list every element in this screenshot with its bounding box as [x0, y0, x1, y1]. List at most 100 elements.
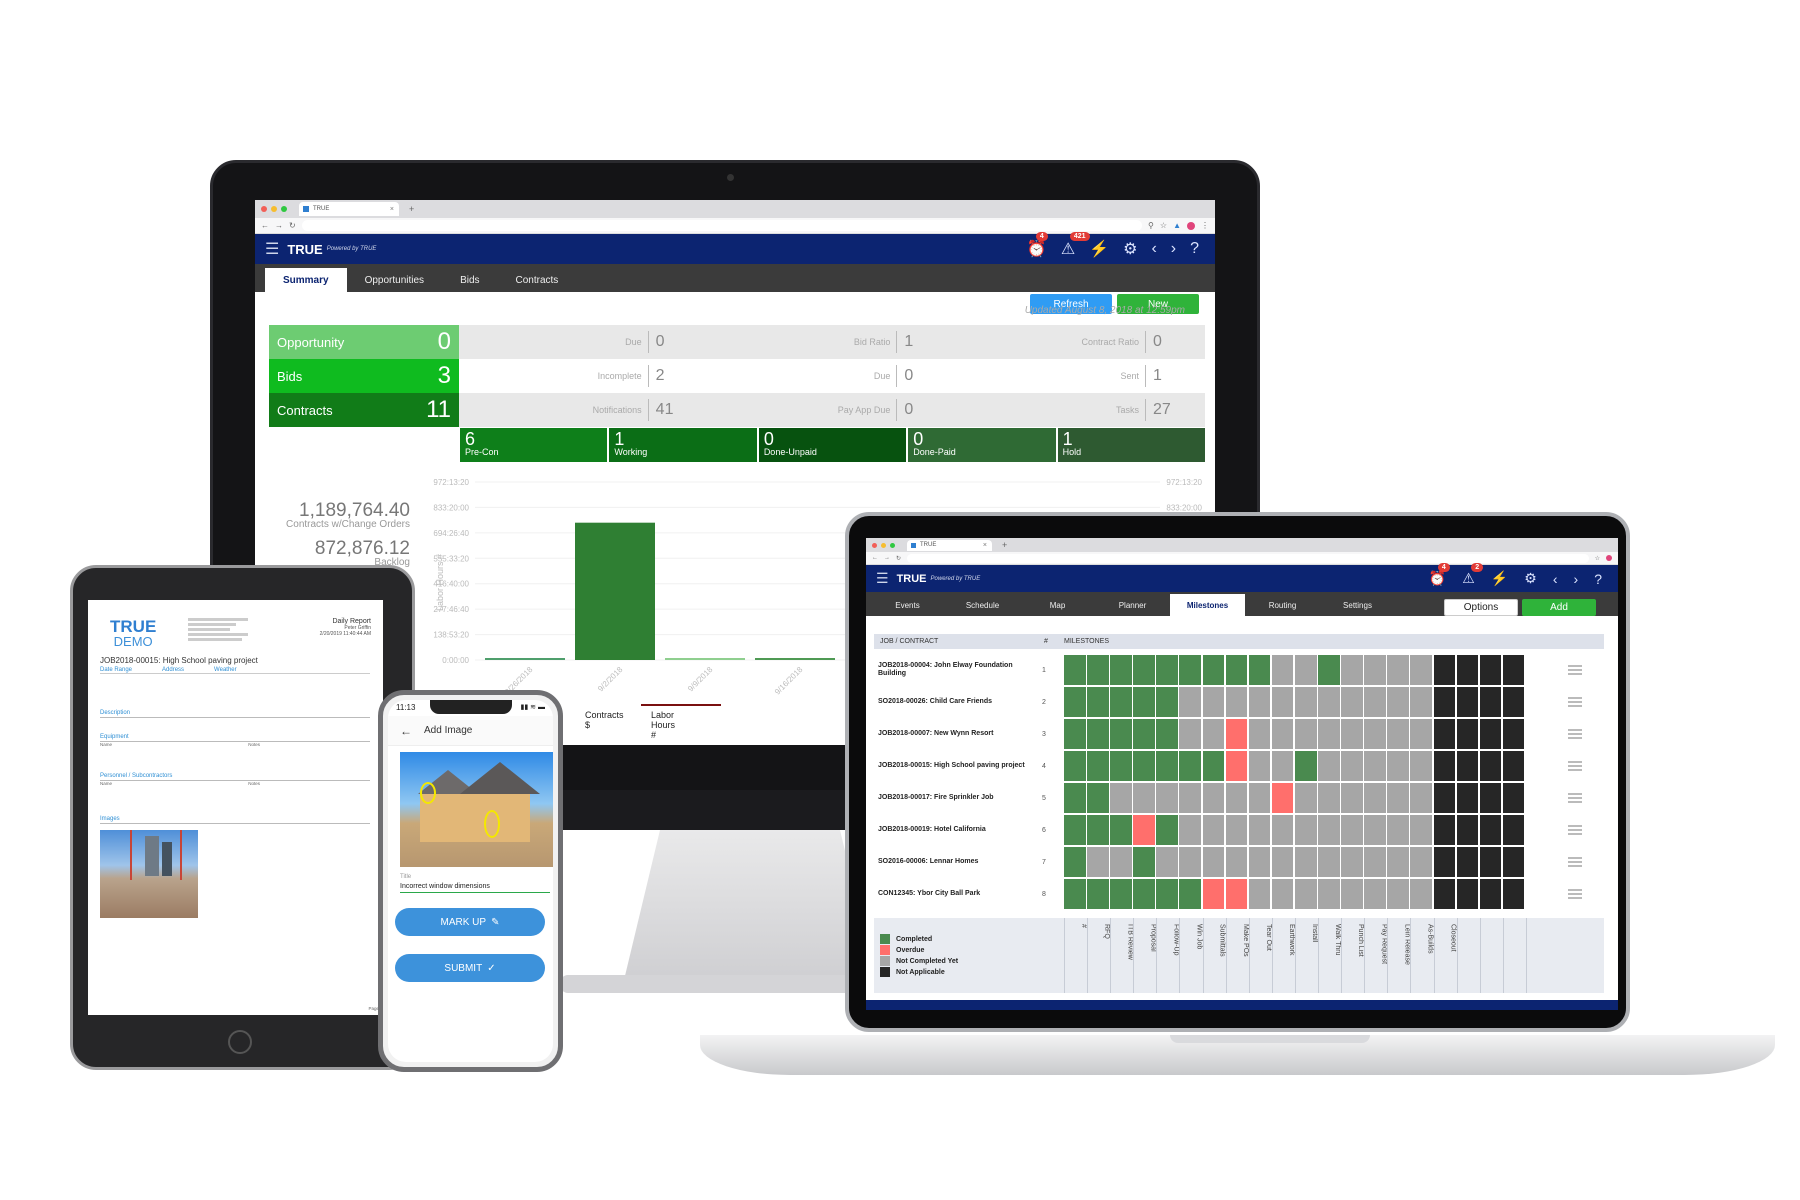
extension-icon[interactable]: ▲ — [1173, 221, 1181, 230]
milestone-cell[interactable] — [1110, 687, 1132, 717]
milestone-cell[interactable] — [1087, 783, 1109, 813]
submit-button[interactable]: SUBMIT ✓ — [395, 954, 545, 982]
back-arrow-icon[interactable]: ← — [400, 724, 412, 738]
milestone-cell[interactable] — [1364, 687, 1386, 717]
row-menu-icon[interactable] — [1568, 697, 1582, 707]
milestone-cell[interactable] — [1110, 847, 1132, 877]
milestone-cell[interactable] — [1064, 719, 1086, 749]
milestone-cell[interactable] — [1064, 655, 1086, 685]
construction-site-image[interactable] — [100, 830, 198, 918]
summary-row[interactable]: Bids 3 Incomplete 2 Due 0 Sent 1 — [269, 359, 1205, 393]
tab-opportunities[interactable]: Opportunities — [347, 268, 442, 292]
milestone-cell[interactable] — [1456, 687, 1479, 717]
milestone-cell[interactable] — [1341, 687, 1363, 717]
milestone-cell[interactable] — [1456, 815, 1479, 845]
zoom-icon[interactable]: ⚲ — [1148, 221, 1154, 230]
milestone-cell[interactable] — [1410, 751, 1432, 781]
milestone-cell[interactable] — [1179, 719, 1202, 749]
milestone-cell[interactable] — [1156, 879, 1178, 909]
milestone-cell[interactable] — [1502, 879, 1525, 909]
chevron-left-icon[interactable]: ‹ — [1151, 240, 1156, 258]
milestone-row[interactable]: JOB2018-00007: New Wynn Resort 3 — [874, 718, 1054, 750]
bookmark-star-icon[interactable]: ☆ — [1595, 555, 1600, 562]
reload-icon[interactable]: ↻ — [896, 555, 901, 562]
lightning-icon[interactable]: ⚡ — [1089, 239, 1109, 259]
milestone-cell[interactable] — [1248, 687, 1271, 717]
milestone-cell[interactable] — [1248, 815, 1271, 845]
milestone-cell[interactable] — [1225, 783, 1248, 813]
milestone-cell[interactable] — [1248, 879, 1271, 909]
milestone-cell[interactable] — [1387, 719, 1409, 749]
milestone-cell[interactable] — [1456, 847, 1479, 877]
milestone-cell[interactable] — [1225, 687, 1248, 717]
milestone-cell[interactable] — [1364, 847, 1386, 877]
summary-field[interactable]: Tasks 27 — [956, 393, 1205, 427]
status-segment[interactable]: 1 Working — [609, 428, 757, 462]
milestone-cell[interactable] — [1202, 879, 1225, 909]
milestone-cell[interactable] — [1156, 687, 1178, 717]
milestone-cell[interactable] — [1087, 847, 1109, 877]
back-icon[interactable]: ← — [872, 555, 878, 561]
milestone-cell[interactable] — [1456, 783, 1479, 813]
milestone-cell[interactable] — [1202, 815, 1225, 845]
milestone-cell[interactable] — [1110, 751, 1132, 781]
browser-tab[interactable]: TRUE × — [907, 539, 992, 551]
milestone-cell[interactable] — [1271, 815, 1294, 845]
summary-field[interactable]: Incomplete 2 — [459, 359, 708, 393]
milestone-cell[interactable] — [1410, 687, 1432, 717]
milestone-cell[interactable] — [1110, 783, 1132, 813]
milestone-row[interactable]: CON12345: Ybor City Ball Park 8 — [874, 878, 1054, 910]
milestone-cell[interactable] — [1502, 847, 1525, 877]
profile-avatar[interactable] — [1187, 221, 1195, 230]
browser-menu-icon[interactable]: ⋮ — [1201, 221, 1209, 230]
milestone-cell[interactable] — [1479, 815, 1502, 845]
milestone-cell[interactable] — [1179, 783, 1202, 813]
milestone-row[interactable]: JOB2018-00017: Fire Sprinkler Job 5 — [874, 782, 1054, 814]
milestone-cell[interactable] — [1364, 751, 1386, 781]
summary-field[interactable]: Due 0 — [708, 359, 957, 393]
milestone-cell[interactable] — [1318, 847, 1340, 877]
row-menu-icon[interactable] — [1568, 825, 1582, 835]
milestone-cell[interactable] — [1318, 751, 1340, 781]
milestone-cell[interactable] — [1110, 655, 1132, 685]
summary-label-block[interactable]: Contracts 11 — [269, 393, 459, 427]
status-segment[interactable]: 1 Hold — [1057, 428, 1206, 462]
milestone-cell[interactable] — [1225, 719, 1248, 749]
milestone-cell[interactable] — [1156, 719, 1178, 749]
milestone-cell[interactable] — [1248, 719, 1271, 749]
milestone-cell[interactable] — [1502, 751, 1525, 781]
milestone-cell[interactable] — [1433, 719, 1456, 749]
house-photo[interactable] — [400, 752, 553, 867]
new-tab-icon[interactable]: + — [409, 204, 414, 214]
milestone-cell[interactable] — [1364, 783, 1386, 813]
milestone-cell[interactable] — [1271, 879, 1294, 909]
profile-avatar[interactable] — [1606, 555, 1612, 561]
milestone-cell[interactable] — [1341, 719, 1363, 749]
tab-summary[interactable]: Summary — [265, 268, 347, 292]
milestone-cell[interactable] — [1225, 655, 1248, 685]
gear-icon[interactable]: ⚙ — [1123, 239, 1137, 259]
milestone-cell[interactable] — [1318, 655, 1340, 685]
milestone-cell[interactable] — [1294, 751, 1317, 781]
summary-field[interactable]: Bid Ratio 1 — [708, 325, 957, 359]
milestone-cell[interactable] — [1064, 847, 1086, 877]
milestone-cell[interactable] — [1479, 879, 1502, 909]
milestone-cell[interactable] — [1179, 751, 1202, 781]
reload-icon[interactable]: ↻ — [289, 221, 296, 230]
gear-icon[interactable]: ⚙ — [1524, 570, 1537, 587]
warning-icon[interactable]: ⚠ 421 — [1061, 232, 1090, 259]
bar[interactable] — [485, 658, 565, 660]
tab-events[interactable]: Events — [870, 594, 945, 616]
milestone-cell[interactable] — [1479, 783, 1502, 813]
milestone-row[interactable]: JOB2018-00004: John Elway Foundation Bui… — [874, 654, 1054, 686]
maximize-window-dot[interactable] — [890, 542, 895, 548]
options-button[interactable]: Options — [1444, 599, 1518, 616]
lightning-icon[interactable]: ⚡ — [1491, 570, 1508, 587]
row-menu-icon[interactable] — [1568, 761, 1582, 771]
milestone-cell[interactable] — [1479, 847, 1502, 877]
row-menu-icon[interactable] — [1568, 793, 1582, 803]
help-icon[interactable]: ? — [1190, 240, 1199, 258]
milestone-cell[interactable] — [1087, 815, 1109, 845]
tab-routing[interactable]: Routing — [1245, 594, 1320, 616]
minimize-window-dot[interactable] — [271, 206, 277, 212]
